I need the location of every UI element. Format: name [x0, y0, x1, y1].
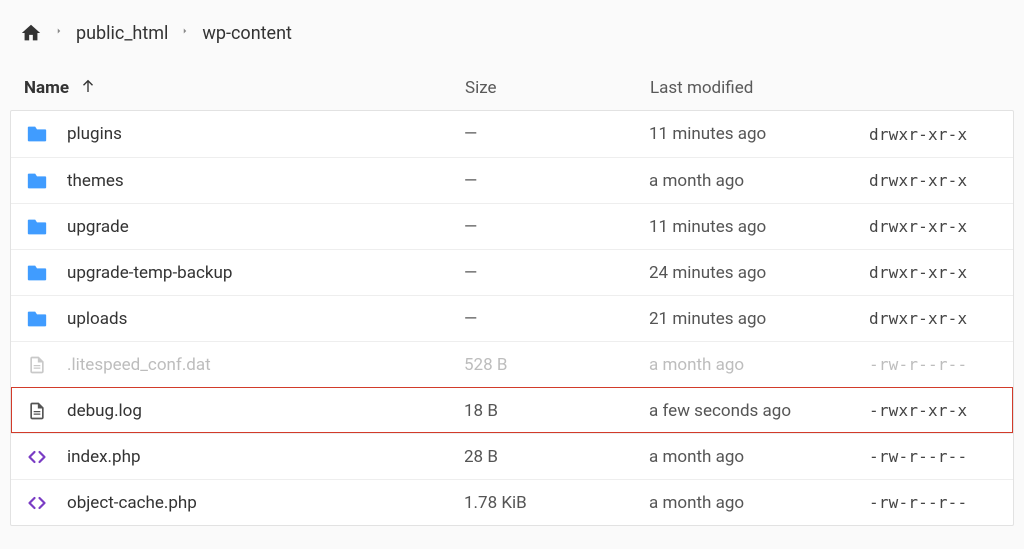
column-header-size[interactable]: Size [465, 78, 650, 98]
file-icon [25, 399, 49, 423]
cell-permissions: drwxr-xr-x [869, 309, 999, 328]
cell-modified: 24 minutes ago [649, 263, 869, 283]
file-list: plugins—11 minutes agodrwxr-xr-xthemes—a… [10, 110, 1014, 526]
cell-name: upgrade-temp-backup [25, 261, 464, 285]
cell-modified: a month ago [649, 447, 869, 467]
folder-icon [25, 122, 49, 146]
file-name: themes [67, 171, 124, 191]
cell-modified: 11 minutes ago [649, 217, 869, 237]
cell-size: — [464, 263, 649, 283]
cell-permissions: -rwxr-xr-x [869, 401, 999, 420]
cell-modified: 21 minutes ago [649, 309, 869, 329]
folder-icon [25, 307, 49, 331]
cell-name: .litespeed_conf.dat [25, 353, 464, 377]
cell-modified: a month ago [649, 171, 869, 191]
code-icon [25, 491, 49, 515]
cell-modified: a few seconds ago [649, 401, 869, 421]
chevron-right-icon [180, 23, 190, 44]
file-icon [25, 353, 49, 377]
file-row[interactable]: uploads —21 minutes agodrwxr-xr-x [11, 295, 1013, 341]
column-header-modified[interactable]: Last modified [650, 78, 870, 98]
file-row[interactable]: object-cache.php 1.78 KiBa month ago-rw-r… [11, 479, 1013, 525]
breadcrumb: public_html wp-content [10, 16, 1014, 66]
cell-size: — [464, 124, 649, 144]
breadcrumb-segment[interactable]: wp-content [202, 23, 292, 44]
file-row[interactable]: .litespeed_conf.dat 528 Ba month ago-rw-r… [11, 341, 1013, 387]
file-name: upgrade-temp-backup [67, 263, 232, 283]
cell-size: — [464, 217, 649, 237]
cell-permissions: -rw-r--r-- [869, 355, 999, 374]
file-name: upgrade [67, 217, 129, 237]
cell-name: index.php [25, 445, 464, 469]
file-name: uploads [67, 309, 127, 329]
cell-name: debug.log [25, 399, 464, 423]
chevron-right-icon [54, 23, 64, 44]
cell-modified: a month ago [649, 493, 869, 513]
folder-icon [25, 215, 49, 239]
file-name: index.php [67, 447, 141, 467]
file-row[interactable]: index.php 28 Ba month ago-rw-r--r-- [11, 433, 1013, 479]
cell-size: 18 B [464, 401, 649, 421]
file-name: plugins [67, 124, 122, 144]
cell-size: 1.78 KiB [464, 493, 649, 513]
file-row[interactable]: themes —a month agodrwxr-xr-x [11, 157, 1013, 203]
file-row[interactable]: debug.log 18 Ba few seconds ago-rwxr-xr-x [11, 387, 1013, 433]
cell-permissions: drwxr-xr-x [869, 125, 999, 144]
arrow-up-icon [79, 77, 97, 100]
cell-name: upgrade [25, 215, 464, 239]
cell-permissions: drwxr-xr-x [869, 217, 999, 236]
column-header-name[interactable]: Name [24, 77, 465, 100]
file-row[interactable]: upgrade —11 minutes agodrwxr-xr-x [11, 203, 1013, 249]
table-header: Name Size Last modified [10, 66, 1014, 110]
cell-size: — [464, 171, 649, 191]
column-label: Name [24, 78, 69, 98]
home-icon[interactable] [20, 22, 42, 44]
cell-permissions: drwxr-xr-x [869, 263, 999, 282]
folder-icon [25, 169, 49, 193]
file-name: .litespeed_conf.dat [67, 355, 211, 375]
cell-permissions: drwxr-xr-x [869, 171, 999, 190]
file-row[interactable]: upgrade-temp-backup —24 minutes agodrwxr-… [11, 249, 1013, 295]
cell-size: 528 B [464, 355, 649, 375]
cell-name: uploads [25, 307, 464, 331]
file-row[interactable]: plugins —11 minutes agodrwxr-xr-x [11, 111, 1013, 157]
cell-name: object-cache.php [25, 491, 464, 515]
file-name: object-cache.php [67, 493, 197, 513]
breadcrumb-segment[interactable]: public_html [76, 23, 168, 44]
cell-modified: 11 minutes ago [649, 124, 869, 144]
code-icon [25, 445, 49, 469]
cell-size: 28 B [464, 447, 649, 467]
cell-name: themes [25, 169, 464, 193]
cell-permissions: -rw-r--r-- [869, 493, 999, 512]
cell-permissions: -rw-r--r-- [869, 447, 999, 466]
cell-name: plugins [25, 122, 464, 146]
cell-size: — [464, 309, 649, 329]
cell-modified: a month ago [649, 355, 869, 375]
file-name: debug.log [67, 401, 142, 421]
folder-icon [25, 261, 49, 285]
